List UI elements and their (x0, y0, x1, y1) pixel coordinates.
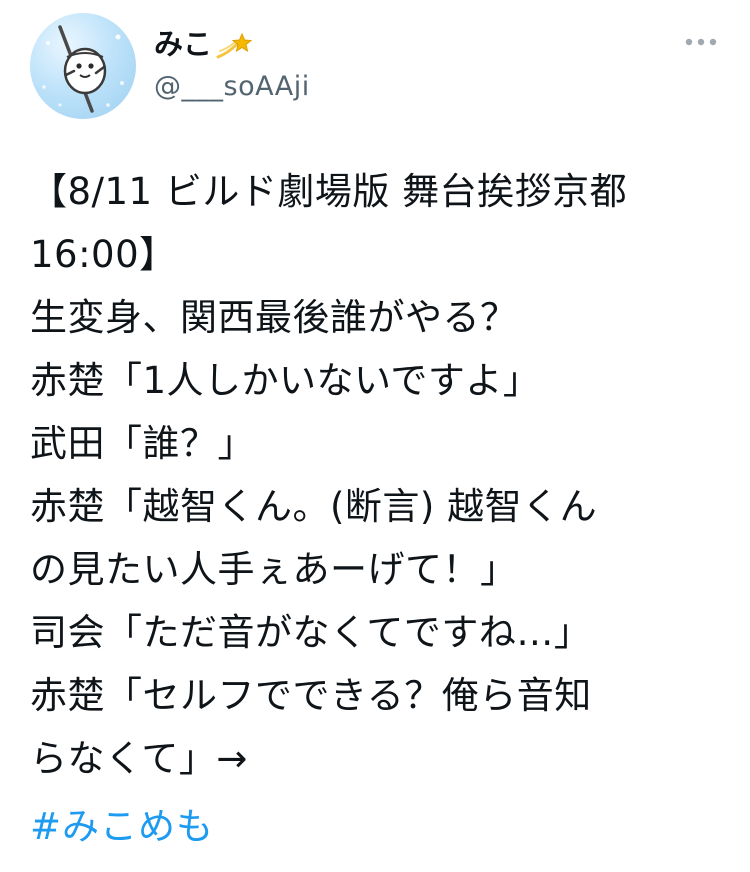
tweet-line: 【8/11 ビルド劇場版 舞台挨拶京都 (30, 170, 628, 213)
more-options-button[interactable] (684, 30, 718, 54)
tweet-text: 【8/11 ビルド劇場版 舞台挨拶京都 16:00】 生変身、関西最後誰がやる？… (30, 160, 720, 790)
tweet-line: 赤楚「1人しかいないですよ」 (30, 359, 541, 402)
tweet-line: 司会「ただ音がなくてですね…」 (30, 611, 592, 654)
author-handle[interactable]: @___soAAji (154, 70, 310, 104)
tweet-line: 生変身、関西最後誰がやる？ (30, 296, 518, 339)
author-name-text: みこ (154, 27, 213, 61)
tweet-line: の見たい人手ぇあーげて！」 (30, 548, 518, 591)
tweet-line: 赤楚「越智くん。(断言) 越智くん (30, 485, 598, 528)
tweet-line: らなくて」→ (30, 737, 248, 780)
more-dots-icon (685, 38, 717, 46)
hashtag-link[interactable]: #みこめも (30, 795, 214, 858)
tweet-line: 武田「誰？」 (30, 422, 255, 465)
author-display-name[interactable]: みこ (154, 26, 253, 62)
shooting-star-icon (216, 31, 253, 61)
tweet-line: 16:00】 (30, 233, 177, 276)
tweet-line: 赤楚「セルフでできる？俺ら音知 (30, 674, 592, 717)
character-avatar-icon (42, 25, 124, 113)
profile-avatar[interactable] (30, 13, 136, 119)
